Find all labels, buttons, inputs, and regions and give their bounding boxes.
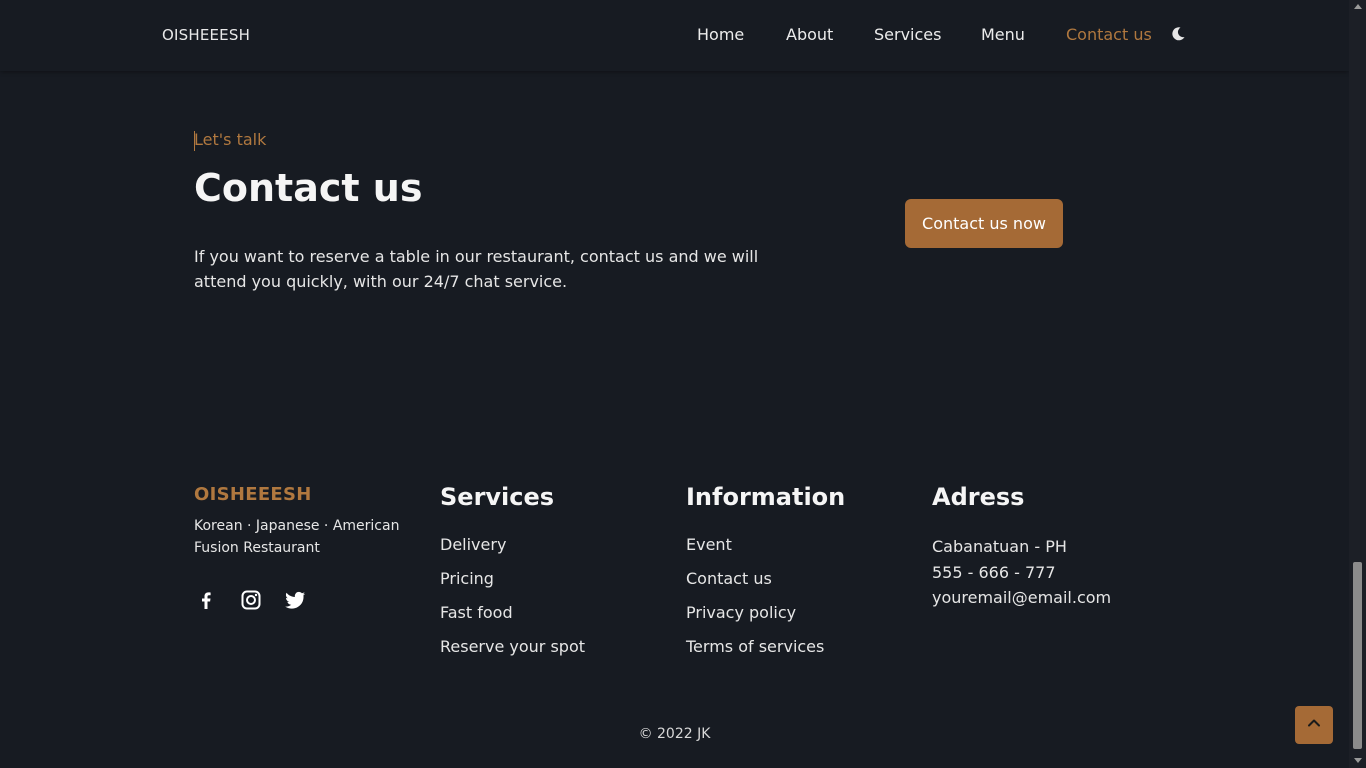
- address-location: Cabanatuan - PH: [932, 537, 1067, 556]
- twitter-icon[interactable]: [283, 588, 307, 612]
- services-link-delivery[interactable]: Delivery: [440, 533, 585, 567]
- address-email: youremail@email.com: [932, 588, 1112, 607]
- information-list: Event Contact us Privacy policy Terms of…: [686, 533, 824, 669]
- copyright: © 2022 JK: [638, 726, 711, 742]
- site-logo[interactable]: OISHEEESH: [162, 26, 250, 44]
- scroll-to-top-button[interactable]: [1295, 706, 1333, 744]
- footer-tagline: Korean · Japanese · American Fusion Rest…: [194, 518, 400, 556]
- information-title: Information: [686, 483, 846, 511]
- info-link-terms[interactable]: Terms of services: [686, 635, 824, 669]
- info-link-event[interactable]: Event: [686, 533, 824, 567]
- info-link-privacy[interactable]: Privacy policy: [686, 601, 824, 635]
- address-title: Adress: [932, 483, 1025, 511]
- services-title: Services: [440, 483, 555, 511]
- facebook-icon[interactable]: [194, 588, 218, 612]
- contact-us-now-button[interactable]: Contact us now: [905, 199, 1063, 248]
- nav-services[interactable]: Services: [874, 25, 941, 44]
- nav-home[interactable]: Home: [697, 25, 744, 44]
- section-description: If you want to reserve a table in our re…: [194, 247, 759, 291]
- footer-brand[interactable]: OISHEEESH: [194, 484, 312, 505]
- scrollbar-thumb[interactable]: [1353, 562, 1362, 749]
- info-link-contact[interactable]: Contact us: [686, 567, 824, 601]
- scrollbar-up-arrow[interactable]: [1354, 4, 1362, 9]
- services-link-pricing[interactable]: Pricing: [440, 567, 585, 601]
- nav-about[interactable]: About: [786, 25, 833, 44]
- nav-menu[interactable]: Menu: [981, 25, 1025, 44]
- services-link-fast-food[interactable]: Fast food: [440, 601, 585, 635]
- section-kicker: Let's talk: [194, 130, 267, 151]
- section-title: Contact us: [194, 166, 423, 210]
- scrollbar-down-arrow[interactable]: [1354, 758, 1362, 763]
- chevron-up-icon: [1306, 715, 1322, 735]
- site-header: OISHEEESH Home About Services Menu Conta…: [0, 0, 1349, 71]
- page-scrollbar[interactable]: [1349, 0, 1366, 768]
- address-block: Cabanatuan - PH 555 - 666 - 777 youremai…: [932, 534, 1111, 611]
- services-link-reserve[interactable]: Reserve your spot: [440, 635, 585, 669]
- services-list: Delivery Pricing Fast food Reserve your …: [440, 533, 585, 669]
- instagram-icon[interactable]: [239, 588, 263, 612]
- nav-contact-us[interactable]: Contact us: [1066, 25, 1152, 44]
- moon-icon[interactable]: [1170, 26, 1186, 42]
- address-phone: 555 - 666 - 777: [932, 562, 1056, 582]
